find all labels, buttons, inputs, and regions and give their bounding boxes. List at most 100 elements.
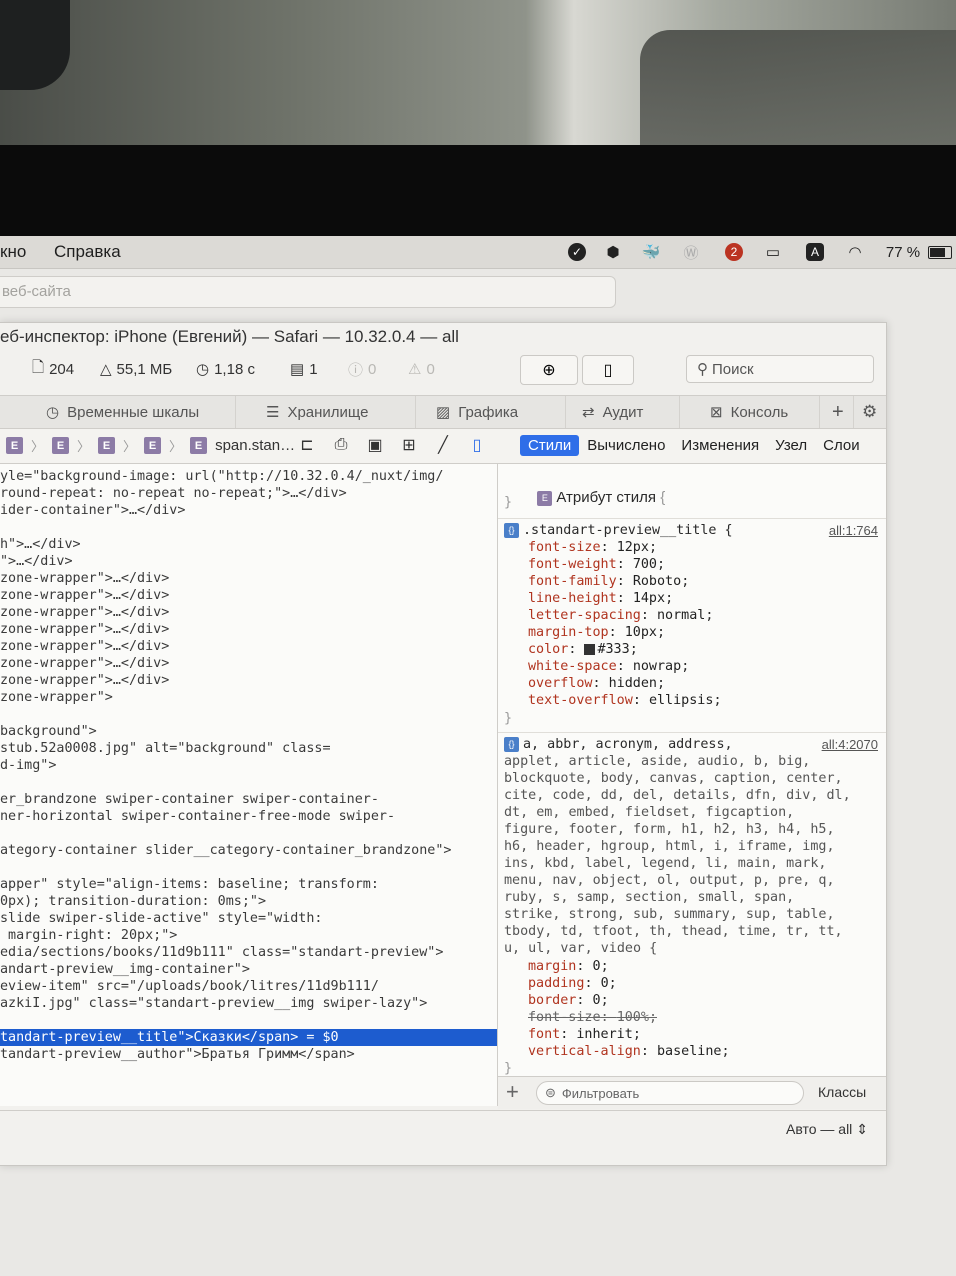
- tab-timelines[interactable]: ◷ Временные шкалы: [36, 396, 236, 428]
- css-property[interactable]: text-overflow: ellipsis;: [528, 692, 722, 709]
- brush-icon[interactable]: ╱: [432, 435, 454, 455]
- css-property[interactable]: font: inherit;: [528, 1026, 641, 1043]
- css-property[interactable]: font-size: 100%;: [528, 1009, 657, 1026]
- settings-gear-icon[interactable]: ⚙: [856, 396, 886, 428]
- color-swatch[interactable]: [584, 643, 596, 655]
- box-icon[interactable]: ⬢: [602, 240, 624, 264]
- css-property[interactable]: margin: 0;: [528, 958, 609, 975]
- dom-node-line[interactable]: azkiI.jpg" class="standart-preview__img …: [0, 995, 427, 1012]
- tab-console[interactable]: ⊠ Консоль: [700, 396, 820, 428]
- rule-selector[interactable]: {} a, abbr, acronym, address,: [504, 736, 733, 753]
- docker-icon[interactable]: 🐳: [638, 240, 664, 264]
- dom-node-line[interactable]: eview-item" src="/uploads/book/litres/11…: [0, 978, 379, 995]
- dom-node-line[interactable]: zone-wrapper">…</div>: [0, 638, 169, 655]
- dom-node-line[interactable]: ">…</div>: [0, 553, 73, 570]
- dom-node-line[interactable]: round-repeat: no-repeat no-repeat;">…</d…: [0, 485, 347, 502]
- input-source-icon[interactable]: A: [804, 240, 826, 264]
- tab-layers[interactable]: Слои: [815, 435, 867, 456]
- tab-styles[interactable]: Стили: [520, 435, 580, 456]
- css-property[interactable]: vertical-align: baseline;: [528, 1043, 730, 1060]
- dom-node-line[interactable]: er_brandzone swiper-container swiper-con…: [0, 791, 379, 808]
- load-time[interactable]: ◷ 1,18 с: [196, 355, 255, 383]
- style-attribute-header[interactable]: E Атрибут стиля {: [504, 472, 665, 506]
- rule-source-link[interactable]: all:4:2070: [822, 736, 878, 753]
- dom-node-line[interactable]: slide swiper-slide-active" style="width:: [0, 910, 322, 927]
- address-bar[interactable]: веб-сайта: [0, 276, 616, 308]
- log-count[interactable]: ▤ 1: [290, 355, 318, 383]
- search-field[interactable]: ⚲ Поиск: [686, 355, 874, 383]
- resource-size[interactable]: △ 55,1 МБ: [100, 355, 172, 383]
- print-icon[interactable]: ⎙: [330, 435, 352, 455]
- dom-node-line[interactable]: zone-wrapper">…</div>: [0, 655, 169, 672]
- battery-icon[interactable]: [926, 240, 954, 264]
- dom-node-line[interactable]: edia/sections/books/11d9b111" class="sta…: [0, 944, 443, 961]
- dom-node-line[interactable]: andart-preview__img-container">: [0, 961, 250, 978]
- menu-item-help[interactable]: Справка: [54, 242, 121, 262]
- dom-node-line[interactable]: ategory-container slider__category-conta…: [0, 842, 451, 859]
- css-property[interactable]: padding: 0;: [528, 975, 617, 992]
- css-property[interactable]: line-height: 14px;: [528, 590, 673, 607]
- css-property[interactable]: letter-spacing: normal;: [528, 607, 713, 624]
- dom-node-line[interactable]: ider-container">…</div>: [0, 502, 185, 519]
- menu-item-window[interactable]: кно: [0, 242, 26, 262]
- wifi-icon[interactable]: ◠: [842, 240, 868, 264]
- execution-context-select[interactable]: Авто — all ⇕: [786, 1121, 868, 1138]
- css-property[interactable]: white-space: nowrap;: [528, 658, 689, 675]
- window-icon[interactable]: ▣: [364, 435, 386, 455]
- dom-node-line[interactable]: apper" style="align-items: baseline; tra…: [0, 876, 379, 893]
- dom-node-line[interactable]: tandart-preview__author">Братья Гримм</s…: [0, 1046, 355, 1063]
- dom-node-line[interactable]: zone-wrapper">: [0, 689, 113, 706]
- css-property[interactable]: color: #333;: [528, 641, 638, 658]
- dom-node-selected[interactable]: tandart-preview__title">Сказки</span> = …: [0, 1029, 497, 1046]
- layout-icon[interactable]: ⊏: [296, 435, 318, 455]
- dom-node-line[interactable]: zone-wrapper">…</div>: [0, 672, 169, 689]
- grid-icon[interactable]: ⊞: [398, 435, 420, 455]
- element-icon[interactable]: E: [190, 437, 208, 454]
- tab-audit[interactable]: ⇄ Аудит: [572, 396, 680, 428]
- css-property[interactable]: margin-top: 10px;: [528, 624, 665, 641]
- css-property[interactable]: font-family: Roboto;: [528, 573, 689, 590]
- rule-selector[interactable]: {} .standart-preview__title {: [504, 522, 733, 539]
- dom-node-line[interactable]: zone-wrapper">…</div>: [0, 621, 169, 638]
- dom-node-line[interactable]: zone-wrapper">…</div>: [0, 570, 169, 587]
- breadcrumb-current[interactable]: span.stan…: [215, 437, 295, 454]
- error-count[interactable]: ⓘ 0: [348, 355, 376, 383]
- resource-count[interactable]: 🗋 204: [32, 355, 74, 383]
- sidebar-toggle-icon[interactable]: ▯: [466, 435, 488, 455]
- dom-node-line[interactable]: ner-horizontal swiper-container-free-mod…: [0, 808, 395, 825]
- dom-node-line[interactable]: stub.52a0008.jpg" alt="background" class…: [0, 740, 331, 757]
- tab-computed[interactable]: Вычислено: [579, 435, 673, 456]
- dom-node-line[interactable]: zone-wrapper">…</div>: [0, 587, 169, 604]
- tab-graphics[interactable]: ▨ Графика: [426, 396, 566, 428]
- add-rule-icon[interactable]: +: [506, 1079, 519, 1105]
- dom-node-line[interactable]: margin-right: 20px;">: [0, 927, 177, 944]
- add-tab-icon[interactable]: +: [826, 396, 854, 428]
- notification-icon[interactable]: 2: [722, 240, 746, 264]
- dom-node-line[interactable]: zone-wrapper">…</div>: [0, 604, 169, 621]
- dom-tree[interactable]: yle="background-image: url("http://10.32…: [0, 464, 498, 1106]
- element-icon[interactable]: E: [52, 437, 70, 454]
- dom-node-line[interactable]: background">: [0, 723, 97, 740]
- circle-w-icon[interactable]: Ⓦ: [680, 240, 702, 264]
- tab-changes[interactable]: Изменения: [673, 435, 767, 456]
- dom-node-line[interactable]: h">…</div>: [0, 536, 81, 553]
- element-icon[interactable]: E: [6, 437, 23, 454]
- element-picker-button[interactable]: ⊕: [520, 355, 578, 385]
- dom-node-line[interactable]: yle="background-image: url("http://10.32…: [0, 468, 443, 485]
- css-property[interactable]: border: 0;: [528, 992, 609, 1009]
- element-icon[interactable]: E: [98, 437, 116, 454]
- warning-count[interactable]: ⚠ 0: [408, 355, 435, 383]
- dom-node-line[interactable]: 0px); transition-duration: 0ms;">: [0, 893, 266, 910]
- css-property[interactable]: font-weight: 700;: [528, 556, 665, 573]
- filter-input[interactable]: ⊜ Фильтровать: [536, 1081, 804, 1105]
- css-property[interactable]: overflow: hidden;: [528, 675, 665, 692]
- device-button[interactable]: ▯: [582, 355, 634, 385]
- shield-check-icon[interactable]: ✓: [566, 240, 588, 264]
- rule-source-link[interactable]: all:1:764: [829, 522, 878, 539]
- css-property[interactable]: font-size: 12px;: [528, 539, 657, 556]
- element-icon[interactable]: E: [144, 437, 162, 454]
- tab-node[interactable]: Узел: [767, 435, 815, 456]
- airplay-icon[interactable]: ▭: [760, 240, 786, 264]
- classes-button[interactable]: Классы: [818, 1084, 866, 1100]
- dom-node-line[interactable]: d-img">: [0, 757, 56, 774]
